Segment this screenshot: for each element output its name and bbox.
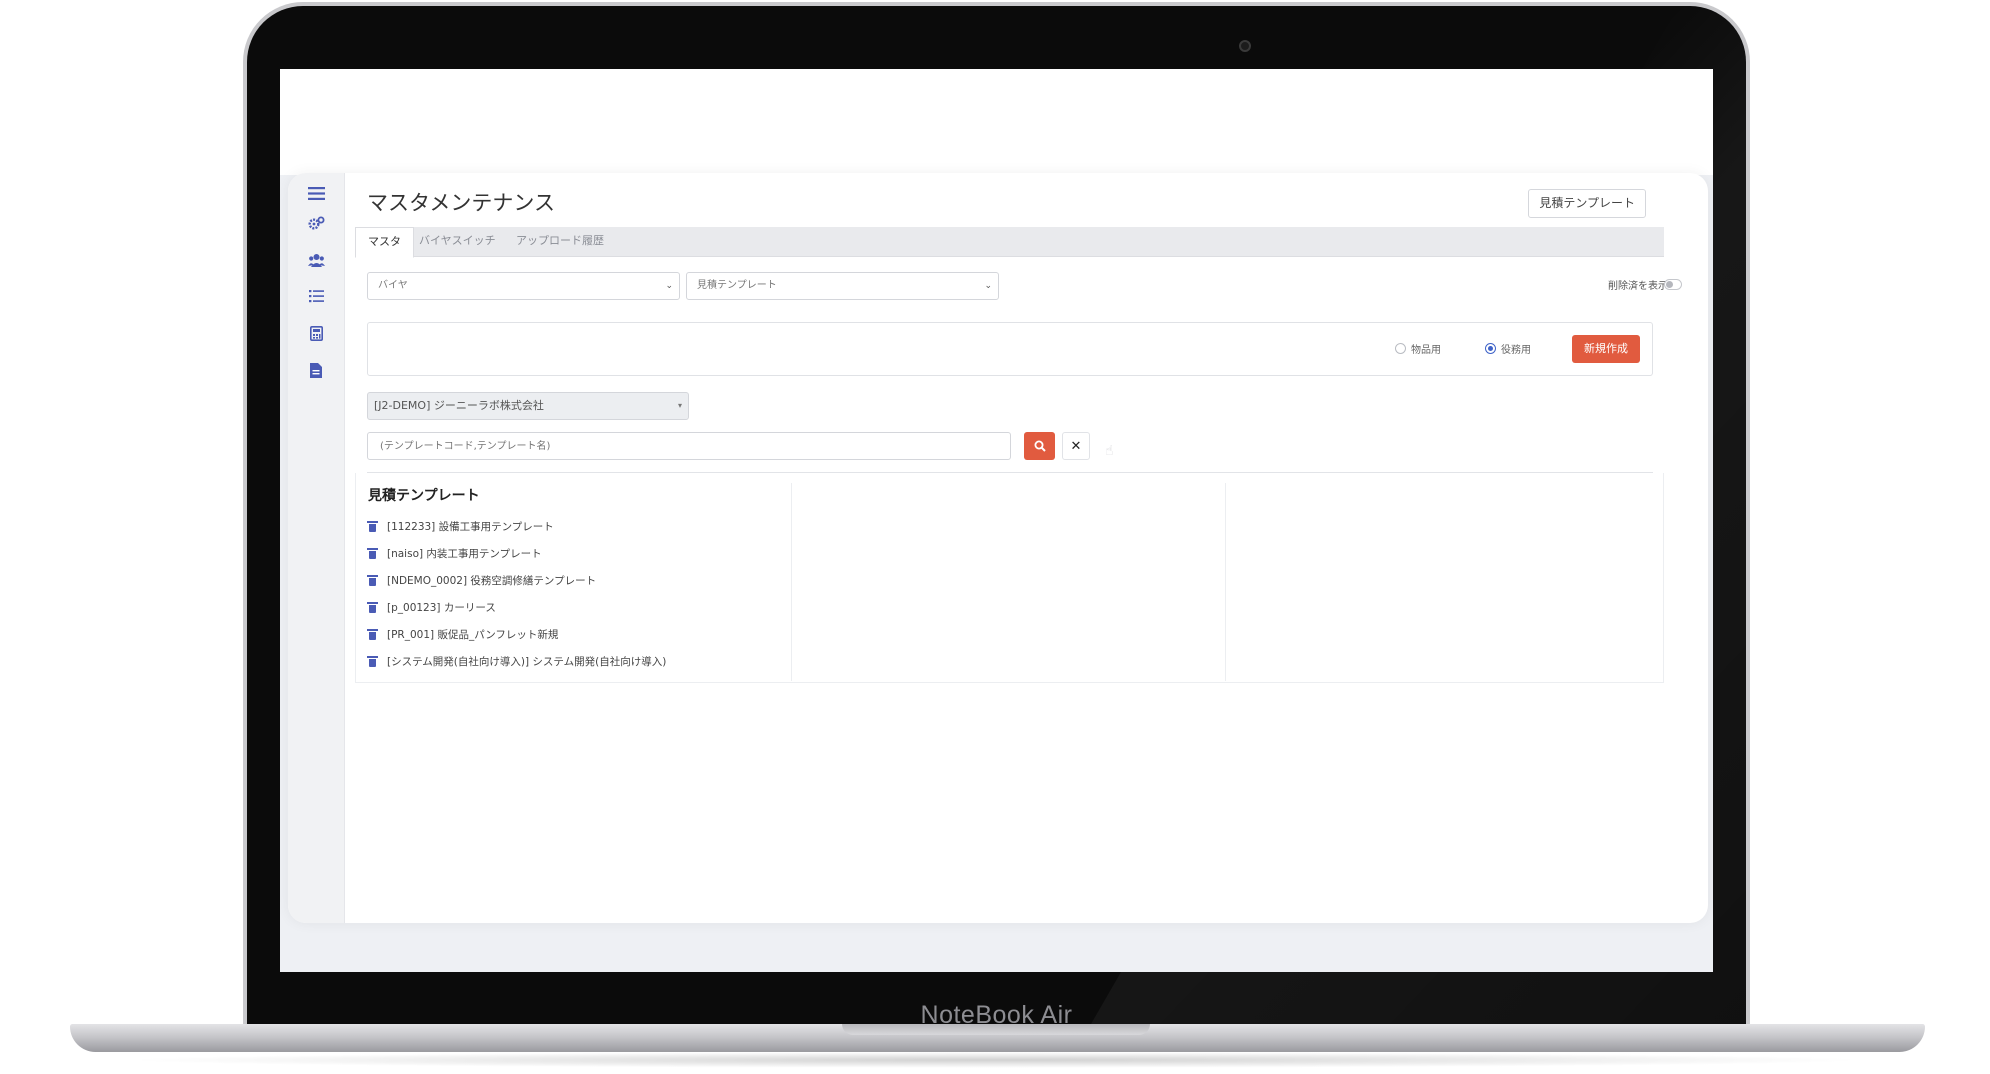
master-type-select[interactable]: 見積テンプレート ⌄ — [686, 272, 999, 300]
list-item[interactable]: [PR_001] 販促品_パンフレット新規 — [367, 627, 558, 642]
list-item-label[interactable]: [NDEMO_0002] 役務空調修繕テンプレート — [387, 573, 596, 588]
radio-service[interactable]: 役務用 — [1485, 341, 1531, 356]
tab-upload-history[interactable]: アップロード履歴 — [504, 227, 616, 257]
template-list-panel: 見積テンプレート [112233] 設備工事用テンプレート [naiso] 内装… — [355, 473, 1664, 683]
list-item[interactable]: [システム開発(自社向け導入)] システム開発(自社向け導入) — [367, 654, 666, 669]
gears-icon[interactable] — [306, 213, 326, 233]
list-item-label[interactable]: [112233] 設備工事用テンプレート — [387, 519, 554, 534]
chevron-down-icon: ⌄ — [665, 281, 673, 291]
search-input[interactable] — [368, 433, 1010, 459]
menu-icon[interactable] — [306, 183, 326, 203]
list-item-label[interactable]: [p_00123] カーリース — [387, 600, 496, 615]
laptop-base-notch — [842, 1024, 1150, 1035]
calculator-icon[interactable] — [306, 323, 326, 343]
list-item-label[interactable]: [システム開発(自社向け導入)] システム開発(自社向け導入) — [387, 654, 666, 669]
webcam-icon — [1239, 40, 1251, 52]
column-divider — [1225, 483, 1226, 681]
list-item-label[interactable]: [PR_001] 販促品_パンフレット新規 — [387, 627, 558, 642]
list-item[interactable]: [p_00123] カーリース — [367, 600, 496, 615]
radio-service-label: 役務用 — [1501, 345, 1531, 356]
users-icon[interactable] — [306, 250, 326, 270]
search-button[interactable] — [1024, 432, 1055, 460]
trash-icon[interactable] — [367, 575, 378, 586]
pointer-hand-icon: ☝ — [1105, 443, 1114, 459]
category-select-value: バイヤ — [378, 280, 408, 291]
close-icon: ✕ — [1070, 438, 1082, 454]
search-icon — [1034, 440, 1046, 452]
tab-master[interactable]: マスタ — [355, 227, 414, 258]
trash-icon[interactable] — [367, 656, 378, 667]
laptop-shadow — [120, 1052, 1870, 1068]
show-deleted-toggle[interactable] — [1664, 279, 1682, 290]
sidebar — [288, 173, 345, 923]
list-title: 見積テンプレート — [368, 488, 480, 504]
create-new-button[interactable]: 新規作成 — [1572, 335, 1640, 363]
tab-buyer-switch[interactable]: バイヤスイッチ — [407, 227, 508, 257]
trash-icon[interactable] — [367, 629, 378, 640]
page-title: マスタメンテナンス — [367, 191, 555, 215]
tab-bar: マスタ バイヤスイッチ アップロード履歴 — [355, 227, 1664, 258]
company-select[interactable]: [J2-DEMO] ジーニーラボ株式会社 ▾ — [367, 392, 689, 420]
screen-header-area — [280, 69, 1713, 175]
main-content: マスタメンテナンス 見積テンプレート マスタ バイヤスイッチ アップロード履歴 … — [345, 173, 1708, 923]
trash-icon[interactable] — [367, 602, 378, 613]
show-deleted-label: 削除済を表示 — [1608, 281, 1668, 292]
estimate-template-button[interactable]: 見積テンプレート — [1528, 189, 1646, 218]
action-panel: 物品用 役務用 新規作成 — [367, 322, 1653, 376]
chevron-down-icon: ⌄ — [984, 281, 992, 291]
list-check-icon[interactable] — [306, 286, 326, 306]
column-divider — [791, 483, 792, 681]
trash-icon[interactable] — [367, 521, 378, 532]
file-icon[interactable] — [306, 360, 326, 380]
list-item[interactable]: [NDEMO_0002] 役務空調修繕テンプレート — [367, 573, 596, 588]
radio-goods-indicator[interactable] — [1395, 343, 1406, 354]
clear-search-button[interactable]: ✕ — [1062, 432, 1090, 460]
list-item-label[interactable]: [naiso] 内装工事用テンプレート — [387, 546, 542, 561]
list-item[interactable]: [naiso] 内装工事用テンプレート — [367, 546, 542, 561]
radio-service-indicator[interactable] — [1485, 343, 1496, 354]
master-type-select-value: 見積テンプレート — [697, 280, 777, 291]
app-window: マスタメンテナンス 見積テンプレート マスタ バイヤスイッチ アップロード履歴 … — [288, 173, 1708, 923]
radio-goods-label: 物品用 — [1411, 345, 1441, 356]
search-field[interactable] — [367, 432, 1011, 460]
company-select-value: [J2-DEMO] ジーニーラボ株式会社 — [374, 399, 544, 412]
caret-down-icon: ▾ — [677, 401, 682, 410]
category-select[interactable]: バイヤ ⌄ — [367, 272, 680, 300]
list-item[interactable]: [112233] 設備工事用テンプレート — [367, 519, 554, 534]
trash-icon[interactable] — [367, 548, 378, 559]
laptop-brand-label: NoteBook Air — [920, 1001, 1073, 1026]
laptop-screen: マスタメンテナンス 見積テンプレート マスタ バイヤスイッチ アップロード履歴 … — [280, 69, 1713, 972]
radio-goods[interactable]: 物品用 — [1395, 341, 1441, 356]
